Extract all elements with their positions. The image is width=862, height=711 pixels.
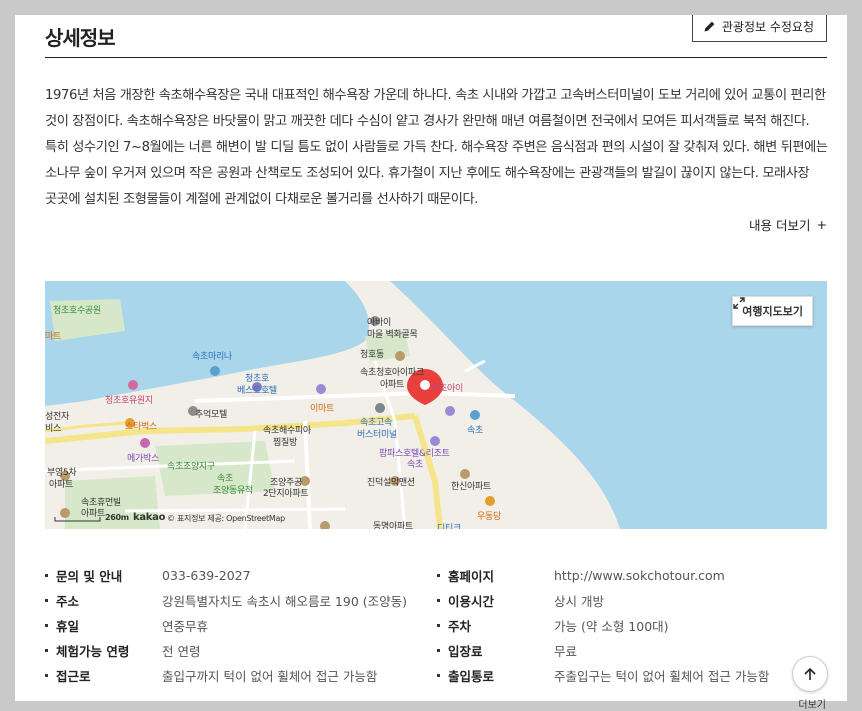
kakao-logo: kakao — [133, 512, 166, 523]
info-value: 상시 개방 — [554, 594, 604, 609]
info-value: 무료 — [554, 644, 578, 659]
info-key: 체험가능 연령 — [56, 644, 130, 659]
info-value: 출입구까지 턱이 없어 휠체어 접근 가능함 — [162, 669, 378, 684]
info-row-holiday: 휴일 연중무휴 — [45, 613, 208, 638]
open-travel-map-label: 여행지도보기 — [742, 305, 803, 318]
info-key: 접근로 — [56, 669, 91, 684]
open-travel-map-button[interactable]: 여행지도보기 — [732, 296, 813, 326]
info-row-fee: 입장료 무료 — [437, 638, 577, 663]
map-label: 아파트 — [81, 509, 105, 519]
map-label: 진덕설악맨션 — [367, 478, 415, 488]
pencil-icon — [704, 21, 715, 31]
map-label: 2단지아파트 — [263, 489, 309, 499]
info-row-address: 주소 강원특별자치도 속초시 해오름로 190 (조양동) — [45, 588, 407, 613]
info-key: 주차 — [448, 619, 472, 634]
info-row-contact: 문의 및 안내 033-639-2027 — [45, 563, 251, 588]
map-label: 이마트 — [310, 404, 334, 414]
bullet — [45, 599, 48, 602]
section-header: 상세정보 관광정보 수정요청 — [45, 15, 827, 58]
map-label: 마을 벽화골목 — [367, 330, 418, 340]
map-label: 우동당 — [477, 512, 501, 522]
map-label: 디티크 — [437, 524, 461, 529]
info-key: 휴일 — [56, 619, 80, 634]
bullet — [45, 674, 48, 677]
map-label: 속초조양지구 — [167, 462, 215, 472]
bullet — [437, 649, 440, 652]
bullet — [437, 674, 440, 677]
more-button[interactable]: 내용 더보기 + — [749, 215, 827, 234]
map-label: 베스트호텔 — [237, 386, 277, 396]
bullet — [45, 649, 48, 652]
map-label: 비스 — [45, 424, 61, 434]
map-label: 한신아파트 — [451, 482, 491, 492]
bullet — [437, 599, 440, 602]
detail-panel: 상세정보 관광정보 수정요청 1976년 처음 개장한 속초해수욕장은 국내 대… — [15, 15, 847, 701]
map-label: 속초아이 — [431, 384, 463, 394]
info-value: 연중무휴 — [162, 619, 209, 634]
map-label: 추억모텔 — [195, 410, 227, 420]
bullet — [437, 624, 440, 627]
info-row-homepage: 홈페이지 http://www.sokchotour.com — [437, 563, 725, 588]
map-label: 메가박스 — [127, 454, 159, 464]
map-label: 스타벅스 — [125, 422, 157, 432]
map-label: 속초 — [467, 426, 483, 436]
bullet — [45, 624, 48, 627]
description-text: 1976년 처음 개장한 속초해수욕장은 국내 대표적인 해수욕장 가운데 하나… — [45, 88, 828, 207]
info-key: 홈페이지 — [448, 569, 495, 584]
map-label: 아파트 — [49, 480, 73, 490]
map-canvas — [45, 281, 827, 529]
info-key: 입장료 — [448, 644, 483, 659]
map-label: 마트 — [45, 332, 61, 342]
arrow-up-icon — [804, 667, 816, 680]
expand-icon — [733, 297, 745, 309]
plus-icon: + — [816, 217, 827, 232]
info-value: 033-639-2027 — [162, 568, 251, 583]
more-label: 내용 더보기 — [749, 218, 811, 233]
info-key: 주소 — [56, 594, 80, 609]
info-row-parking: 주차 가능 (약 소형 100대) — [437, 613, 669, 638]
bullet — [45, 574, 48, 577]
edit-request-label: 관광정보 수정요청 — [721, 19, 814, 34]
info-row-age: 체험가능 연령 전 연령 — [45, 638, 200, 663]
map-label: 청초호유원지 — [105, 396, 153, 406]
map-label: 속초마리나 — [192, 352, 232, 362]
info-key: 이용시간 — [448, 594, 495, 609]
info-row-access: 접근로 출입구까지 턱이 없어 휠체어 접근 가능함 — [45, 663, 377, 688]
scroll-top-button[interactable] — [792, 656, 828, 692]
map-label: 찜질방 — [273, 438, 297, 448]
map-scale-label: 260m — [105, 513, 129, 522]
bullet — [437, 574, 440, 577]
footer-cut-text: 더보기 — [798, 700, 826, 711]
info-value: 가능 (약 소형 100대) — [554, 619, 669, 634]
info-value: 강원특별자치도 속초시 해오름로 190 (조양동) — [162, 594, 408, 609]
map-view[interactable]: 청초호수공원 아바이 마을 벽화골목 속초마리나 청호동 속초청호아이파크 아파… — [45, 281, 827, 529]
info-value: 주출입구는 턱이 없어 휠체어 접근 가능함 — [554, 669, 770, 684]
edit-request-button[interactable]: 관광정보 수정요청 — [691, 15, 827, 42]
info-row-entrance: 출입통로 주출입구는 턱이 없어 휠체어 접근 가능함 — [437, 663, 769, 688]
homepage-link[interactable]: http://www.sokchotour.com — [554, 568, 725, 583]
map-label: 청호동 — [360, 350, 384, 360]
info-value: 전 연령 — [162, 644, 201, 659]
info-row-hours: 이용시간 상시 개방 — [437, 588, 604, 613]
info-key: 문의 및 안내 — [56, 569, 123, 584]
map-label: 버스터미널 — [357, 430, 397, 440]
map-attribution: © 표지정보 제공: OpenStreetMap — [167, 514, 285, 523]
map-label: 청초호수공원 — [53, 306, 101, 316]
info-key: 출입통로 — [448, 669, 495, 684]
map-label: 속초 — [407, 460, 423, 470]
map-label: 동명아파트 — [373, 522, 413, 529]
section-title: 상세정보 — [45, 26, 116, 50]
map-label: 아파트 — [380, 380, 404, 390]
map-label: 조양동유적 — [213, 486, 253, 496]
